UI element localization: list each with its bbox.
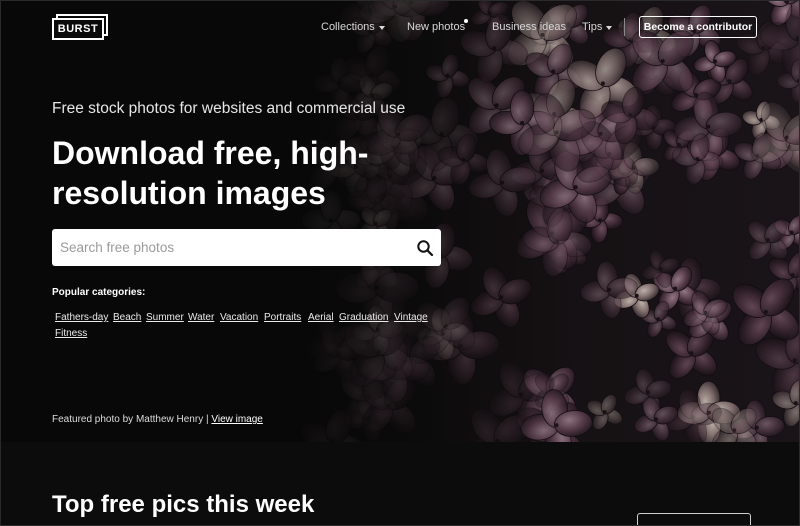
category-link[interactable]: Vacation <box>220 312 258 323</box>
nav-new-photos[interactable]: New photos <box>407 17 465 37</box>
category-link[interactable]: Vintage <box>394 312 428 323</box>
view-image-link[interactable]: View image <box>211 414 263 425</box>
nav-new-photos-label: New photos <box>407 21 466 33</box>
photo-credit: Featured photo by Matthew Henry | View i… <box>52 414 263 425</box>
popular-categories-label: Popular categories: <box>52 287 146 298</box>
nav-business-ideas-label: Business ideas <box>492 21 566 33</box>
category-link[interactable]: Portraits <box>264 312 301 323</box>
page-frame: BURST Collections New photos Business id… <box>0 0 800 526</box>
nav-divider <box>624 18 625 36</box>
hero-overlay <box>1 1 799 442</box>
photo-credit-text: Featured photo by Matthew Henry | <box>52 414 209 425</box>
become-contributor-button[interactable]: Become a contributor <box>639 16 757 38</box>
nav-business-ideas[interactable]: Business ideas <box>492 17 566 37</box>
section-title: Top free pics this week <box>52 491 315 518</box>
hero-headline: Download free, high-resolution images <box>52 135 369 211</box>
category-link[interactable]: Summer <box>146 312 184 323</box>
logo-text: BURST <box>52 18 104 40</box>
hero-section <box>1 1 799 442</box>
nav-collections[interactable]: Collections <box>321 17 385 37</box>
new-indicator-dot <box>464 19 468 23</box>
section-button[interactable] <box>637 513 751 525</box>
nav-collections-label: Collections <box>321 21 375 33</box>
burst-logo[interactable]: BURST <box>52 14 108 40</box>
hero-tagline: Free stock photos for websites and comme… <box>52 100 406 117</box>
search-icon[interactable] <box>416 239 434 257</box>
nav-tips-label: Tips <box>582 21 603 33</box>
chevron-down-icon <box>378 25 385 30</box>
chevron-down-icon <box>606 25 613 30</box>
search-bar <box>52 229 441 266</box>
category-link[interactable]: Water <box>188 312 214 323</box>
category-link[interactable]: Beach <box>113 312 141 323</box>
search-input[interactable] <box>52 229 402 266</box>
category-link[interactable]: Fitness <box>55 328 87 339</box>
category-link[interactable]: Fathers-day <box>55 312 108 323</box>
nav-tips[interactable]: Tips <box>582 17 613 37</box>
category-link[interactable]: Graduation <box>339 312 388 323</box>
category-link[interactable]: Aerial <box>308 312 334 323</box>
